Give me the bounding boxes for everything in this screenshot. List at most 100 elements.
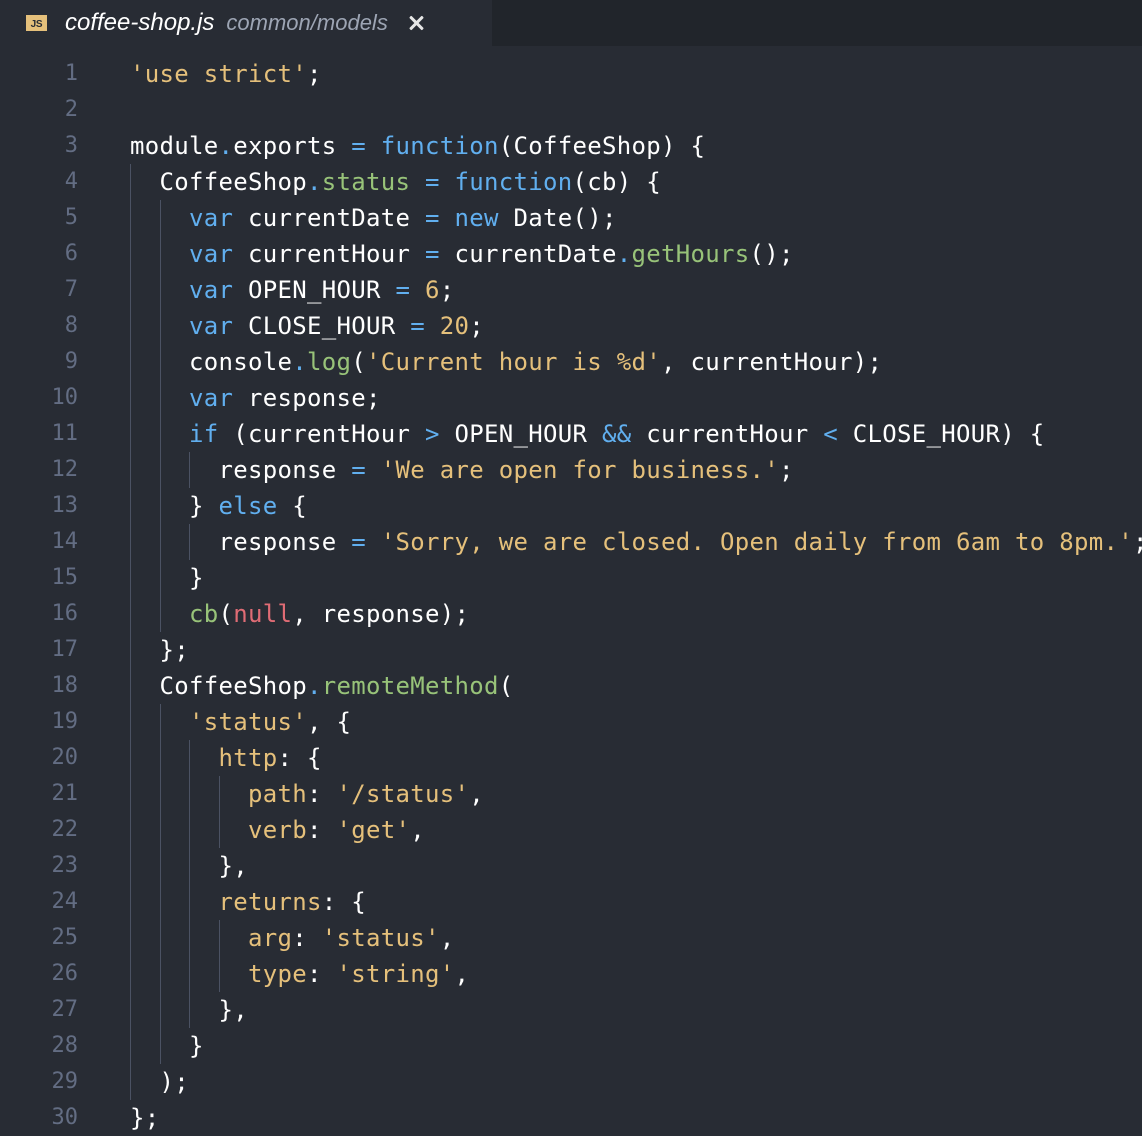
indent-guide (160, 236, 161, 272)
code-token: CLOSE_HOUR (233, 312, 410, 340)
code-token (410, 168, 425, 196)
code-text: 'status', { (189, 704, 351, 740)
code-line[interactable]: 16cb(null, response); (0, 596, 1142, 632)
code-line[interactable]: 3 module.exports = function(CoffeeShop) { (0, 128, 1142, 164)
code-text: ); (160, 1064, 190, 1100)
code-line[interactable]: 19'status', { (0, 704, 1142, 740)
code-token: , currentHour); (661, 348, 882, 376)
code-line[interactable]: 14response = 'Sorry, we are closed. Open… (0, 524, 1142, 560)
indent-guide (130, 1028, 131, 1064)
code-line[interactable]: 10var response; (0, 380, 1142, 416)
code-token: new (455, 204, 499, 232)
code-token: 'use strict' (130, 60, 307, 88)
code-token: type (248, 960, 307, 988)
code-token: : (292, 924, 322, 952)
code-line[interactable]: 25arg: 'status', (0, 920, 1142, 956)
indent-guide (160, 776, 161, 812)
indent-guide (189, 740, 190, 776)
code-line[interactable]: 8var CLOSE_HOUR = 20; (0, 308, 1142, 344)
line-number: 25 (0, 920, 78, 956)
code-text: type: 'string', (248, 956, 469, 992)
code-token: : { (322, 888, 366, 916)
code-line[interactable]: 5var currentDate = new Date(); (0, 200, 1142, 236)
code-text: module.exports = function(CoffeeShop) { (130, 128, 705, 164)
indent-guide (160, 416, 161, 452)
code-line[interactable]: 15} (0, 560, 1142, 596)
code-text: returns: { (219, 884, 367, 920)
code-token: = (425, 240, 440, 268)
code-token: : (307, 960, 337, 988)
close-icon[interactable] (406, 13, 426, 33)
code-token: path (248, 780, 307, 808)
code-line[interactable]: 27}, (0, 992, 1142, 1028)
code-token: && (602, 420, 632, 448)
code-line[interactable]: 18CoffeeShop.remoteMethod( (0, 668, 1142, 704)
code-line[interactable]: 1'use strict'; (0, 56, 1142, 92)
code-token: }; (130, 1104, 160, 1132)
code-line[interactable]: 6 var currentHour = currentDate.getHours(… (0, 236, 1142, 272)
code-token: : { (278, 744, 322, 772)
code-token: < (823, 420, 838, 448)
code-text: } (189, 560, 204, 596)
line-number: 24 (0, 884, 78, 920)
code-token: } (189, 1032, 204, 1060)
code-line[interactable]: 22 verb: 'get', (0, 812, 1142, 848)
code-token: > (425, 420, 440, 448)
code-token: = (425, 168, 440, 196)
indent-guide (130, 740, 131, 776)
tab-bar: JS coffee-shop.js common/models (0, 0, 1142, 46)
line-number: 20 (0, 740, 78, 776)
line-number: 7 (0, 272, 78, 308)
code-line[interactable]: 21path: '/status', (0, 776, 1142, 812)
code-line[interactable]: 4CoffeeShop.status = function(cb) { (0, 164, 1142, 200)
code-token: ); (160, 1068, 190, 1096)
code-token: ( (219, 600, 234, 628)
indent-guide (219, 812, 220, 848)
code-line[interactable]: 11if (currentHour > OPEN_HOUR && current… (0, 416, 1142, 452)
line-number: 3 (0, 128, 78, 164)
code-text: var response; (189, 380, 381, 416)
code-line[interactable]: 20 http: { (0, 740, 1142, 776)
indent-guide (160, 524, 161, 560)
indent-guide (189, 452, 190, 488)
code-token: . (292, 348, 307, 376)
code-token: http (219, 744, 278, 772)
code-token (440, 168, 455, 196)
code-line[interactable]: 23}, (0, 848, 1142, 884)
code-token: (currentHour (219, 420, 426, 448)
code-text: verb: 'get', (248, 812, 425, 848)
code-text: }; (130, 1100, 160, 1136)
code-line[interactable]: 12response = 'We are open for business.'… (0, 452, 1142, 488)
code-line[interactable]: 2 (0, 92, 1142, 128)
indent-guide (160, 848, 161, 884)
code-line[interactable]: 30}; (0, 1100, 1142, 1136)
code-line[interactable]: 24 returns: { (0, 884, 1142, 920)
indent-guide (130, 920, 131, 956)
indent-guide (130, 416, 131, 452)
code-token: 'get' (337, 816, 411, 844)
editor-tab[interactable]: JS coffee-shop.js common/models (0, 0, 492, 46)
code-token: 'status' (189, 708, 307, 736)
code-line[interactable]: 28} (0, 1028, 1142, 1064)
code-text: }, (219, 992, 249, 1028)
code-editor[interactable]: 1'use strict';23 module.exports = functio… (0, 56, 1142, 1136)
indent-guide (189, 884, 190, 920)
code-text: var currentHour = currentDate.getHours()… (189, 236, 794, 272)
indent-guide (189, 992, 190, 1028)
code-token: returns (219, 888, 322, 916)
code-line[interactable]: 17}; (0, 632, 1142, 668)
code-line[interactable]: 26type: 'string', (0, 956, 1142, 992)
code-token: } (189, 564, 204, 592)
code-line[interactable]: 29); (0, 1064, 1142, 1100)
code-line[interactable]: 9console.log('Current hour is %d', curre… (0, 344, 1142, 380)
indent-guide (130, 848, 131, 884)
code-line[interactable]: 13} else { (0, 488, 1142, 524)
line-number: 22 (0, 812, 78, 848)
code-text: http: { (219, 740, 322, 776)
code-token: currentHour (632, 420, 824, 448)
code-text: response = 'We are open for business.'; (219, 452, 794, 488)
code-text: var currentDate = new Date(); (189, 200, 617, 236)
line-number: 6 (0, 236, 78, 272)
line-number: 9 (0, 344, 78, 380)
code-line[interactable]: 7var OPEN_HOUR = 6; (0, 272, 1142, 308)
